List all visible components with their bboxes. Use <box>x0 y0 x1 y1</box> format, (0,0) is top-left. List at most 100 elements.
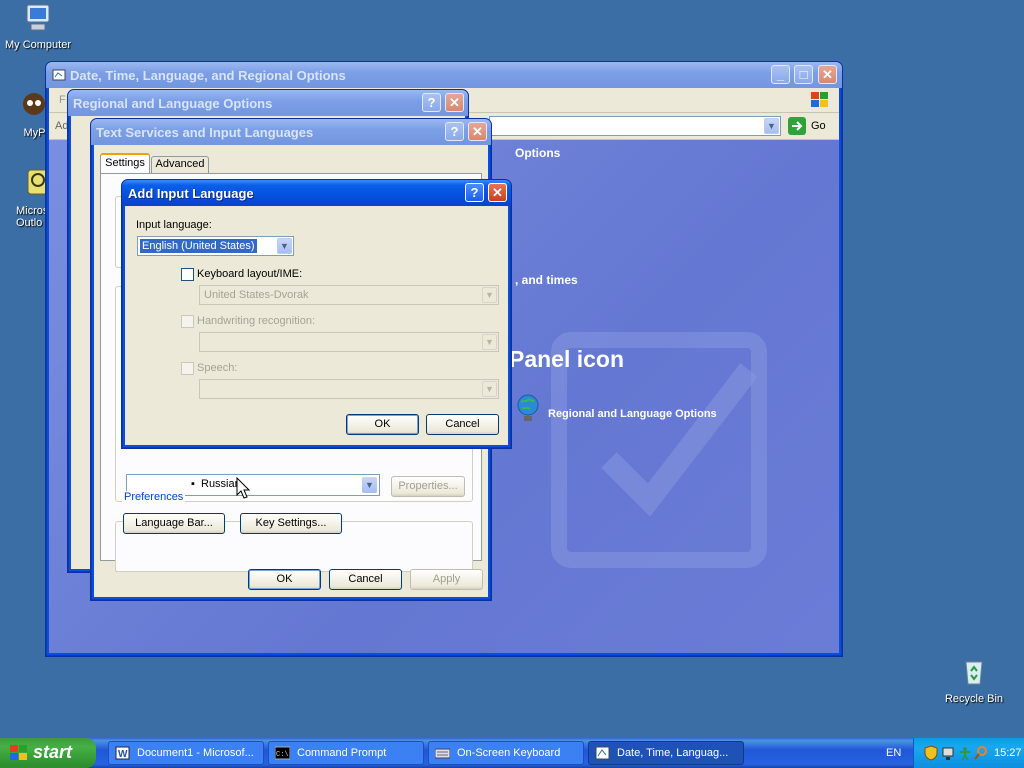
windows-logo-icon <box>811 92 828 107</box>
title-bar[interactable]: Regional and Language Options ? ✕ <box>68 90 468 116</box>
properties-button[interactable]: Properties... <box>391 476 465 497</box>
handwriting-select[interactable]: ▼ <box>199 332 499 352</box>
ok-button[interactable]: OK <box>346 414 419 435</box>
dialog-title: Text Services and Input Languages <box>96 125 314 140</box>
cancel-button[interactable]: Cancel <box>426 414 499 435</box>
control-panel-icon <box>595 746 610 760</box>
help-button[interactable]: ? <box>422 93 441 112</box>
help-button[interactable]: ? <box>465 183 484 202</box>
panel-icon-heading: Panel icon <box>509 346 625 372</box>
dialog-title: Regional and Language Options <box>73 96 273 111</box>
tab-settings[interactable]: Settings <box>100 153 150 173</box>
title-bar[interactable]: Text Services and Input Languages ? ✕ <box>91 119 491 145</box>
taskbar: start W Document1 - Microsof... C:\ Comm… <box>0 738 1024 768</box>
start-label: start <box>33 742 73 762</box>
desktop-icon-recycle-bin[interactable]: Recycle Bin <box>936 656 1012 705</box>
button-label: Apply <box>432 573 461 585</box>
clock[interactable]: 15:27 <box>994 747 1022 759</box>
command-prompt-icon: C:\ <box>275 746 290 760</box>
speech-select[interactable]: ▼ <box>199 379 499 399</box>
desktop-icon-label: My Computer <box>4 39 72 51</box>
button-label: OK <box>276 573 293 585</box>
speech-label: Speech: <box>197 362 238 374</box>
desktop-icon-label: Recycle Bin <box>944 693 1004 705</box>
regional-options-link[interactable]: Regional and Language Options <box>548 408 717 420</box>
close-button[interactable]: ✕ <box>488 183 507 202</box>
network-icon[interactable] <box>941 745 955 761</box>
handwriting-checkbox[interactable] <box>181 315 194 328</box>
cancel-button[interactable]: Cancel <box>329 569 402 590</box>
desktop-icon-my-computer[interactable]: My Computer <box>0 2 76 51</box>
speech-checkbox[interactable] <box>181 362 194 375</box>
maximize-button[interactable]: □ <box>794 65 813 84</box>
button-label: OK <box>374 418 391 430</box>
tab-label: Settings <box>105 157 145 169</box>
close-button[interactable]: ✕ <box>818 65 837 84</box>
task-label: Date, Time, Languag... <box>617 747 729 759</box>
system-tray: 15:27 <box>913 738 1024 768</box>
dialog-title: Add Input Language <box>128 186 254 201</box>
preferences-label: Preferences <box>122 491 186 503</box>
button-label: Key Settings... <box>255 517 327 529</box>
handwriting-label: Handwriting recognition: <box>197 315 316 327</box>
computer-icon <box>26 4 50 31</box>
task-fragment[interactable]: , and times <box>515 273 578 287</box>
help-button[interactable]: ? <box>445 122 464 141</box>
task-label: Document1 - Microsof... <box>137 747 254 759</box>
task-label: Command Prompt <box>297 747 387 759</box>
keyboard-layout-value: United States-Dvorak <box>204 289 309 301</box>
chevron-down-icon[interactable]: ▼ <box>362 477 377 493</box>
button-label: Cancel <box>445 418 480 430</box>
chevron-down-icon[interactable]: ▼ <box>277 238 292 254</box>
start-button[interactable]: start <box>0 738 96 768</box>
shield-icon[interactable] <box>924 745 938 761</box>
close-button[interactable]: ✕ <box>445 93 464 112</box>
tab-advanced[interactable]: Advanced <box>151 156 209 173</box>
task-on-screen-keyboard[interactable]: On-Screen Keyboard <box>428 741 584 765</box>
apply-button[interactable]: Apply <box>410 569 483 590</box>
input-language-label: Input language: <box>136 219 212 231</box>
key-settings-button[interactable]: Key Settings... <box>240 513 342 534</box>
button-label: Properties... <box>398 480 458 492</box>
windows-flag-icon <box>10 745 27 760</box>
task-document1[interactable]: W Document1 - Microsof... <box>108 741 264 765</box>
go-arrow-icon <box>788 117 806 135</box>
keyboard-layout-select[interactable]: United States-Dvorak ▼ <box>199 285 499 305</box>
desktop-icon-outlook[interactable]: Micros Outlo <box>4 166 53 229</box>
accessibility-icon[interactable] <box>958 745 972 761</box>
input-language-select[interactable]: English (United States) ▼ <box>137 236 294 256</box>
chevron-down-icon[interactable]: ▼ <box>482 381 497 397</box>
window-icon <box>52 69 66 81</box>
add-input-language-dialog[interactable]: Add Input Language ? ✕ Input language: E… <box>121 179 512 449</box>
title-bar[interactable]: Add Input Language ? ✕ <box>122 180 511 206</box>
header-options-fragment: Options <box>515 146 561 160</box>
chevron-down-icon[interactable]: ▼ <box>482 287 497 303</box>
task-label: On-Screen Keyboard <box>457 747 561 759</box>
go-button[interactable]: Go <box>788 117 828 135</box>
dialog-body: Input language: English (United States) … <box>125 206 508 445</box>
language-indicator[interactable]: EN <box>886 747 901 759</box>
language-bar-button[interactable]: Language Bar... <box>123 513 225 534</box>
chevron-down-icon[interactable]: ▼ <box>482 334 497 350</box>
ok-button[interactable]: OK <box>248 569 321 590</box>
keyboard-layout-label: Keyboard layout/IME: <box>197 268 303 280</box>
svg-text:C:\: C:\ <box>276 751 289 759</box>
address-input[interactable]: ▼ <box>489 116 781 136</box>
window-title: Date, Time, Language, and Regional Optio… <box>70 68 346 83</box>
magnifier-icon[interactable] <box>974 745 988 761</box>
close-button[interactable]: ✕ <box>468 122 487 141</box>
bullet: ▪ <box>191 478 195 490</box>
chevron-down-icon[interactable]: ▼ <box>764 118 779 134</box>
title-bar[interactable]: Date, Time, Language, and Regional Optio… <box>46 62 842 88</box>
minimize-button[interactable]: _ <box>771 65 790 84</box>
button-label: Cancel <box>348 573 383 585</box>
go-label: Go <box>811 120 826 132</box>
word-icon: W <box>115 746 130 760</box>
recycle-bin-icon <box>965 661 983 685</box>
tab-label: Advanced <box>155 158 205 170</box>
desktop-icon-label: Micros Outlo <box>16 205 46 229</box>
task-command-prompt[interactable]: C:\ Command Prompt <box>268 741 424 765</box>
keyboard-layout-checkbox[interactable] <box>181 268 194 281</box>
task-date-time-language[interactable]: Date, Time, Languag... <box>588 741 744 765</box>
mouse-cursor-icon <box>236 477 250 499</box>
